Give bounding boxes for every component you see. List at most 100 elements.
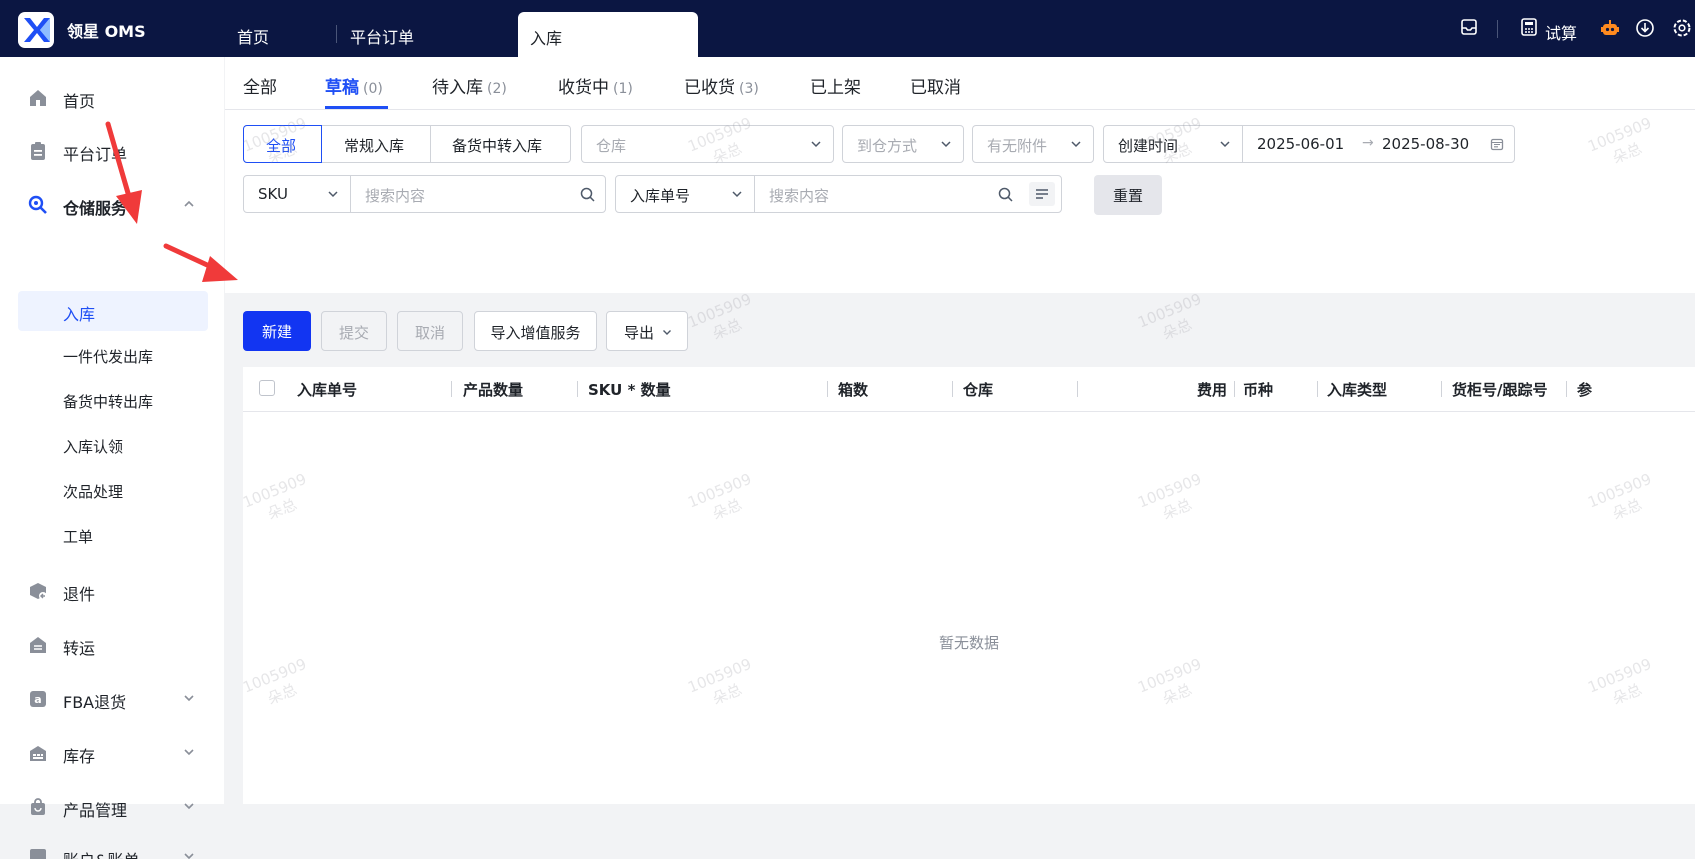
chevron-down-icon — [1218, 137, 1232, 151]
sidebar-sub-workorder[interactable]: 工单 — [63, 526, 93, 547]
segment-regular[interactable]: 常规入库 — [344, 135, 404, 156]
segment-label: 全部 — [266, 137, 297, 155]
column-header[interactable]: 货柜号/跟踪号 — [1452, 379, 1547, 400]
sidebar-sub-inbound-claim[interactable]: 入库认领 — [63, 436, 123, 457]
column-header[interactable]: SKU * 数量 — [588, 379, 671, 400]
sku-field-select[interactable]: SKU — [243, 175, 351, 213]
column-header[interactable]: 箱数 — [838, 379, 868, 400]
search-placeholder: 搜索内容 — [365, 187, 426, 205]
segment-all[interactable]: 全部 — [243, 125, 322, 163]
column-divider[interactable] — [1566, 381, 1567, 397]
download-icon[interactable] — [1635, 18, 1655, 42]
sidebar-item-warehouse[interactable]: 仓储服务 — [0, 185, 224, 225]
column-header[interactable]: 币种 — [1243, 379, 1273, 400]
column-header[interactable]: 入库单号 — [297, 379, 357, 400]
column-header[interactable]: 仓库 — [963, 379, 993, 400]
column-divider[interactable] — [952, 381, 953, 397]
order-search-input[interactable]: 搜索内容 — [754, 175, 1062, 213]
column-header[interactable]: 入库类型 — [1327, 379, 1387, 400]
calendar-icon — [1490, 137, 1504, 155]
top-tab-home[interactable]: 首页 — [237, 24, 269, 48]
column-header[interactable]: 参 — [1577, 379, 1592, 400]
sidebar-sub-defect[interactable]: 次品处理 — [63, 481, 123, 502]
column-divider[interactable] — [1234, 381, 1235, 397]
sidebar-sub-dropship[interactable]: 一件代发出库 — [63, 346, 153, 367]
tab-received[interactable]: 已收货 (3) — [684, 73, 759, 98]
chevron-down-icon — [181, 848, 197, 859]
order-field-select[interactable]: 入库单号 — [615, 175, 755, 213]
export-button[interactable]: 导出 — [606, 311, 688, 351]
arrival-placeholder: 到仓方式 — [857, 137, 918, 155]
sidebar: 首页 平台订单 仓储服务 入库 一件代发出库 备货中转出库 入库认领 次品处理 … — [0, 57, 224, 859]
top-tab-orders[interactable]: 平台订单 — [335, 24, 414, 48]
tab-all[interactable]: 全部 — [243, 73, 281, 98]
top-tab-inbound-label: 入库 — [530, 29, 563, 48]
date-range-picker[interactable]: 2025-06-01 → 2025-08-30 — [1242, 125, 1515, 163]
arrival-method-select[interactable]: 到仓方式 — [842, 125, 964, 163]
sidebar-item-returns[interactable]: 退件 — [0, 571, 224, 611]
sidebar-sub-transfer-out[interactable]: 备货中转出库 — [63, 391, 153, 412]
tab-cancelled[interactable]: 已取消 — [910, 73, 965, 98]
chevron-down-icon — [181, 690, 197, 706]
column-divider[interactable] — [1077, 381, 1078, 397]
sku-search-input[interactable]: 搜索内容 — [350, 175, 606, 213]
svg-text:a: a — [34, 693, 41, 706]
sidebar-item-fba[interactable]: a FBA退货 — [0, 679, 224, 719]
column-header[interactable]: 费用 — [1197, 379, 1227, 400]
chevron-down-icon — [939, 137, 953, 151]
tab-receiving[interactable]: 收货中 (1) — [558, 73, 633, 98]
calculator-icon[interactable] — [1521, 18, 1537, 40]
sidebar-sub-inbound[interactable]: 入库 — [18, 291, 208, 331]
inventory-icon — [28, 743, 48, 763]
sku-field-label: SKU — [258, 185, 288, 203]
batch-search-icon[interactable] — [1029, 182, 1055, 206]
action-bar: 新建 提交 取消 导入增值服务 导出 — [225, 294, 1695, 366]
warehouse-select[interactable]: 仓库 — [581, 125, 834, 163]
date-field-select[interactable]: 创建时间 — [1103, 125, 1243, 163]
sidebar-item-inventory[interactable]: 库存 — [0, 733, 224, 773]
sidebar-item-label: 账户&账单 — [63, 847, 139, 859]
submit-button[interactable]: 提交 — [321, 311, 387, 351]
new-button[interactable]: 新建 — [243, 311, 311, 351]
top-tab-inbound[interactable]: 入库 — [518, 12, 698, 57]
column-header[interactable]: 产品数量 — [463, 379, 523, 400]
search-icon[interactable] — [580, 187, 595, 206]
column-divider[interactable] — [1317, 381, 1318, 397]
select-all-checkbox[interactable] — [259, 380, 275, 396]
reset-button[interactable]: 重置 — [1094, 175, 1162, 215]
settings-icon[interactable] — [1672, 18, 1692, 42]
search-placeholder: 搜索内容 — [769, 187, 830, 205]
tab-pending-inbound[interactable]: 待入库 (2) — [432, 73, 507, 98]
app-logo-icon[interactable] — [18, 12, 54, 48]
inbound-type-segment: 全部 常规入库 备货中转入库 — [243, 125, 571, 163]
sidebar-item-transfer[interactable]: 转运 — [0, 625, 224, 665]
sidebar-item-orders[interactable]: 平台订单 — [0, 131, 224, 171]
sidebar-item-label: 首页 — [63, 92, 96, 111]
chevron-down-icon — [730, 187, 744, 201]
date-field-label: 创建时间 — [1118, 137, 1179, 155]
sidebar-item-products[interactable]: 产品管理 — [0, 787, 224, 827]
sidebar-item-label: 仓储服务 — [63, 199, 128, 218]
segment-divider — [430, 126, 431, 162]
sidebar-item-label: 平台订单 — [63, 145, 128, 164]
tab-shelved[interactable]: 已上架 — [810, 73, 865, 98]
column-divider[interactable] — [827, 381, 828, 397]
home-icon — [28, 88, 48, 108]
column-divider[interactable] — [451, 381, 452, 397]
inbox-icon[interactable] — [1460, 18, 1478, 40]
active-tab-indicator — [325, 106, 388, 109]
column-divider[interactable] — [1441, 381, 1442, 397]
trial-calc-link[interactable]: 试算 — [1545, 20, 1577, 44]
attachment-select[interactable]: 有无附件 — [972, 125, 1094, 163]
import-vas-button[interactable]: 导入增值服务 — [474, 311, 597, 351]
sidebar-item-label: 库存 — [63, 747, 96, 766]
sidebar-item-account[interactable]: 账户&账单 — [0, 839, 224, 859]
search-icon[interactable] — [998, 187, 1013, 206]
cancel-button[interactable]: 取消 — [397, 311, 463, 351]
column-divider[interactable] — [577, 381, 578, 397]
tab-draft[interactable]: 草稿 (0) — [325, 73, 383, 98]
sidebar-sub-label: 入库 — [63, 305, 96, 324]
segment-transfer[interactable]: 备货中转入库 — [452, 135, 542, 156]
robot-icon[interactable] — [1600, 18, 1620, 42]
sidebar-item-home[interactable]: 首页 — [0, 78, 224, 118]
